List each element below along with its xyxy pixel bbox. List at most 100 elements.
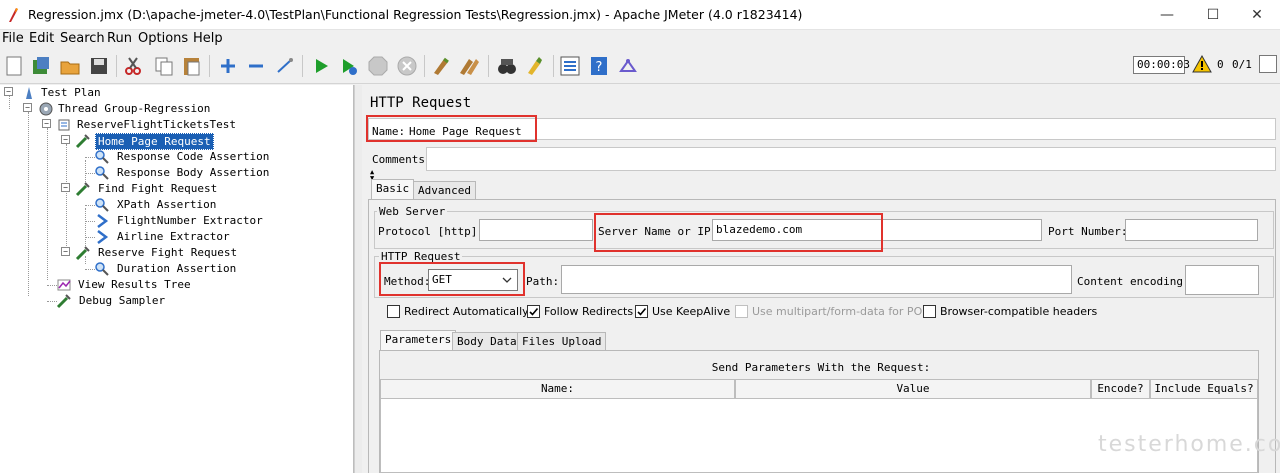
collapse-toggle-icon[interactable]: − [61,247,70,256]
clear-icon[interactable] [430,55,452,77]
content-encoding-field[interactable] [1185,265,1259,295]
maximize-button[interactable]: ☐ [1190,0,1236,30]
remote-icon[interactable] [617,55,639,77]
tab-body-data[interactable]: Body Data [452,332,522,350]
multipart-checkbox [735,305,748,318]
warning-count: 0 [1217,58,1224,71]
clear-all-icon[interactable] [458,55,480,77]
cut-icon[interactable] [122,55,144,77]
tree-label: Response Code Assertion [117,150,270,163]
redirect-automatically-checkbox[interactable] [387,305,400,318]
menu-search[interactable]: Search [60,31,105,46]
comments-label: Comments: [372,153,432,166]
collapse-all-icon[interactable] [245,55,267,77]
extractor-arrow-icon [97,214,109,228]
watermark: testerhome.com [1098,432,1280,457]
panel-title: HTTP Request [370,95,472,111]
listener-chart-icon [57,279,71,291]
follow-redirects-label: Follow Redirects [544,305,634,318]
tree-connector [28,112,29,296]
help-icon[interactable]: ? [588,55,610,77]
column-header-value[interactable]: Value [735,379,1091,399]
toolbar-separator [424,55,425,77]
tree-label: Airline Extractor [117,230,230,243]
protocol-field[interactable] [479,219,593,241]
comments-field[interactable] [426,147,1276,171]
web-server-legend: Web Server [377,205,448,218]
start-no-pauses-icon[interactable] [338,55,360,77]
thread-group-icon [39,102,53,116]
tab-parameters[interactable]: Parameters [380,330,457,350]
toggle-icon[interactable] [274,55,296,77]
parameters-caption: Send Parameters With the Request: [711,361,931,374]
http-request-panel: HTTP Request Name: Home Page Request Com… [362,85,1280,473]
follow-redirects-checkbox[interactable] [527,305,540,318]
highlight-box [379,262,525,296]
checkmark-icon [529,307,539,316]
elapsed-timer: 00:00:03 [1133,56,1190,74]
tree-label: ReserveFlightTicketsTest [77,118,236,131]
minimize-icon: — [1160,7,1174,23]
content-encoding-label: Content encoding: [1077,275,1190,288]
tree-connector [85,208,86,248]
collapse-toggle-icon[interactable]: − [23,103,32,112]
new-icon[interactable] [3,55,25,77]
menu-help[interactable]: Help [193,31,223,46]
close-icon: ✕ [1251,7,1263,23]
menu-options[interactable]: Options [138,31,188,46]
toolbar-separator [553,55,554,77]
tree-connector [66,144,67,256]
copy-icon[interactable] [153,55,175,77]
path-field[interactable] [561,265,1072,294]
column-header-encode[interactable]: Encode? [1091,379,1150,399]
title-bar: Regression.jmx (D:\apache-jmeter-4.0\Tes… [0,0,1280,30]
collapse-toggle-icon[interactable]: − [4,87,13,96]
minimize-button[interactable]: — [1144,0,1190,30]
svg-text:?: ? [596,60,603,75]
start-icon[interactable] [310,55,332,77]
menu-run[interactable]: Run [107,31,132,46]
expand-all-icon[interactable] [217,55,239,77]
redirect-automatically-label: Redirect Automatically [404,305,529,318]
window-title: Regression.jmx (D:\apache-jmeter-4.0\Tes… [28,7,803,22]
warning-icon[interactable] [1192,55,1212,73]
keepalive-checkbox[interactable] [635,305,648,318]
collapse-toggle-icon[interactable]: − [42,119,51,128]
sampler-pipette-icon [56,294,71,309]
close-button[interactable]: ✕ [1234,0,1280,30]
collapse-toggle-icon[interactable]: − [61,135,70,144]
browser-headers-checkbox[interactable] [923,305,936,318]
shutdown-icon[interactable] [396,55,418,77]
tree-label: Duration Assertion [117,262,237,275]
split-pane-divider[interactable] [354,85,362,473]
sampler-pipette-icon [75,134,90,149]
save-icon[interactable] [88,55,110,77]
tree-label: XPath Assertion [117,198,217,211]
menu-bar: File Edit Search Run Options Help [0,30,1280,48]
tab-basic[interactable]: Basic [371,179,415,199]
assertion-magnifier-icon [95,150,109,164]
column-header-include-equals[interactable]: Include Equals? [1150,379,1258,399]
menu-edit[interactable]: Edit [29,31,54,46]
tree-connector [9,95,10,109]
stop-icon[interactable] [367,55,389,77]
tab-files-upload[interactable]: Files Upload [517,332,607,350]
open-icon[interactable] [59,55,81,77]
jmeter-feather-icon [9,8,18,22]
extractor-arrow-icon [97,230,109,244]
paste-icon[interactable] [181,55,203,77]
port-field[interactable] [1125,219,1258,241]
test-plan-tree: − Test Plan − Thread Group-Regression − … [0,85,354,473]
maximize-icon: ☐ [1206,7,1220,23]
search-binoculars-icon[interactable] [496,55,518,77]
toolbar-separator [488,55,489,77]
assertion-magnifier-icon [95,262,109,276]
column-header-name[interactable]: Name: [380,379,735,399]
tree-label: FlightNumber Extractor [117,214,263,227]
collapse-toggle-icon[interactable]: − [61,183,70,192]
templates-icon[interactable] [30,55,52,77]
reset-search-icon[interactable] [524,55,546,77]
tab-advanced[interactable]: Advanced [413,181,476,199]
function-helper-icon[interactable] [559,55,581,77]
menu-file[interactable]: File [2,31,24,46]
